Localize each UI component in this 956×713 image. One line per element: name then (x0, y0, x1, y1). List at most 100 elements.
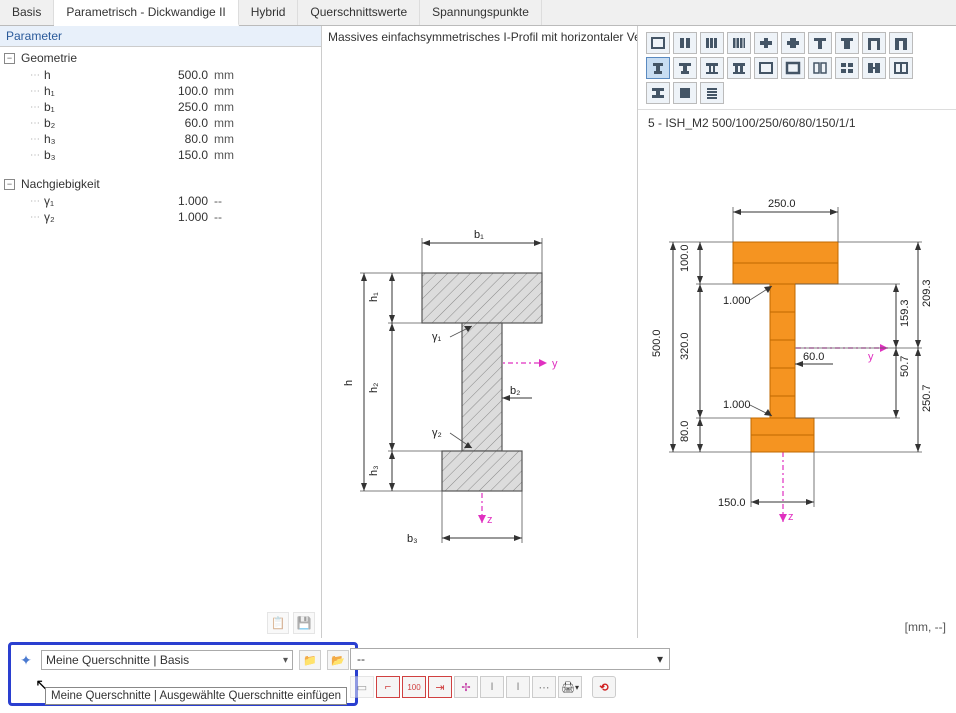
shape-btn[interactable] (727, 32, 751, 54)
svg-text:z: z (487, 514, 493, 526)
favorites-combo-label: Meine Querschnitte | Basis (46, 653, 189, 667)
param-row: ⋯b₁250.0mm (0, 99, 321, 115)
group-flex-header[interactable]: − Nachgiebigkeit (0, 175, 321, 193)
shape-btn[interactable] (754, 57, 778, 79)
param-row: ⋯γ₂1.000-- (0, 209, 321, 225)
units-label: [mm, --] (905, 620, 946, 634)
group-flex-label: Nachgiebigkeit (21, 177, 100, 191)
svg-text:z: z (788, 511, 794, 523)
svg-text:y: y (868, 351, 874, 363)
shape-btn[interactable] (835, 57, 859, 79)
svg-text:b₁: b₁ (474, 229, 484, 241)
svg-text:b₂: b₂ (510, 385, 520, 397)
svg-text:100.0: 100.0 (679, 244, 691, 272)
svg-text:1.000: 1.000 (723, 295, 751, 307)
toolbar-btn-i1[interactable]: I (480, 676, 504, 698)
unit-select-label: -- (357, 652, 365, 666)
favorites-combo[interactable]: Meine Querschnitte | Basis ▾ (41, 650, 293, 670)
tab-bar: Basis Parametrisch - Dickwandige II Hybr… (0, 0, 956, 26)
unit-select[interactable]: -- ▾ (350, 648, 670, 670)
svg-text:h₃: h₃ (368, 465, 380, 476)
shape-btn[interactable] (889, 32, 913, 54)
toolbar-btn-print[interactable]: 🖨▾ (558, 676, 582, 698)
tab-stress-points[interactable]: Spannungspunkte (420, 0, 542, 25)
shape-btn[interactable] (808, 32, 832, 54)
add-folder-button[interactable]: 📂 (327, 650, 349, 670)
param-row: ⋯h₁100.0mm (0, 83, 321, 99)
shape-btn[interactable] (673, 57, 697, 79)
favorites-box: ✦ Meine Querschnitte | Basis ▾ 📁 📂 ↖ Mei… (8, 642, 358, 706)
group-geometry-label: Geometrie (21, 51, 77, 65)
shape-btn[interactable] (835, 32, 859, 54)
schematic-diagram: y z b₁ h h₁ (322, 48, 638, 608)
favorites-tooltip: Meine Querschnitte | Ausgewählte Quersch… (45, 687, 347, 705)
preview-diagram: y z 250.0 5 (638, 132, 954, 562)
parameter-tree: − Geometrie ⋯h500.0mm ⋯h₁100.0mm ⋯b₁250.… (0, 47, 321, 638)
toolbar-btn-reset[interactable]: ⟲ (592, 676, 616, 698)
svg-text:h₁: h₁ (368, 292, 380, 302)
svg-text:y: y (552, 358, 558, 370)
param-row: ⋯h₃80.0mm (0, 131, 321, 147)
shape-btn[interactable] (727, 57, 751, 79)
svg-text:50.7: 50.7 (899, 356, 911, 377)
svg-text:h₂: h₂ (368, 383, 380, 393)
copy-icon: 📋 (267, 612, 289, 634)
shape-btn[interactable] (673, 32, 697, 54)
svg-text:b₃: b₃ (407, 533, 418, 545)
tab-basis[interactable]: Basis (0, 0, 54, 25)
param-row: ⋯b₂60.0mm (0, 115, 321, 131)
toolbar-btn-l[interactable]: ⌐ (376, 676, 400, 698)
new-folder-button[interactable]: 📁 (299, 650, 321, 670)
tab-parametric[interactable]: Parametrisch - Dickwandige II (54, 0, 238, 26)
shape-btn[interactable] (646, 32, 670, 54)
shape-btn-selected[interactable] (646, 57, 670, 79)
chevron-down-icon: ▾ (283, 655, 288, 666)
shape-btn[interactable] (646, 82, 670, 104)
save-icon: 💾 (293, 612, 315, 634)
svg-text:80.0: 80.0 (679, 421, 691, 442)
shape-picker (638, 26, 956, 110)
parameter-panel-title: Parameter (0, 26, 321, 47)
toolbar-btn-more[interactable]: ⋯ (532, 676, 556, 698)
shape-btn[interactable] (862, 57, 886, 79)
svg-text:250.0: 250.0 (768, 198, 796, 210)
toolbar-btn-arrow[interactable]: ⇥ (428, 676, 452, 698)
shape-btn[interactable] (862, 32, 886, 54)
shape-btn[interactable] (754, 32, 778, 54)
svg-text:209.3: 209.3 (921, 279, 933, 307)
svg-text:60.0: 60.0 (803, 351, 824, 363)
preview-title: 5 - ISH_M2 500/100/250/60/80/150/1/1 (638, 110, 956, 132)
svg-text:320.0: 320.0 (679, 332, 691, 360)
svg-text:γ₂: γ₂ (432, 427, 442, 439)
shape-btn[interactable] (781, 32, 805, 54)
group-geometry-header[interactable]: − Geometrie (0, 49, 321, 67)
collapse-icon[interactable]: − (4, 53, 15, 64)
shape-btn[interactable] (700, 32, 724, 54)
svg-text:h: h (343, 380, 355, 386)
param-row: ⋯h500.0mm (0, 67, 321, 83)
shape-btn[interactable] (781, 57, 805, 79)
toolbar-btn-dim[interactable]: 100 (402, 676, 426, 698)
shape-btn[interactable] (889, 57, 913, 79)
svg-text:150.0: 150.0 (718, 497, 746, 509)
favorite-star-icon[interactable]: ✦ (17, 651, 35, 669)
toolbar-btn-section: ▭ (350, 676, 374, 698)
svg-text:1.000: 1.000 (723, 399, 751, 411)
toolbar-btn-i2[interactable]: I (506, 676, 530, 698)
bottom-right-toolbar-area: -- ▾ ▭ ⌐ 100 ⇥ ✢ I I ⋯ 🖨▾ ⟲ (358, 642, 948, 706)
param-row: ⋯γ₁1.000-- (0, 193, 321, 209)
svg-text:γ₁: γ₁ (432, 331, 442, 343)
parameter-panel: Parameter − Geometrie ⋯h500.0mm ⋯h₁100.0… (0, 26, 322, 638)
shape-btn[interactable] (700, 82, 724, 104)
tab-hybrid[interactable]: Hybrid (239, 0, 299, 25)
toolbar-btn-axes[interactable]: ✢ (454, 676, 478, 698)
svg-text:159.3: 159.3 (899, 299, 911, 327)
preview-panel: 5 - ISH_M2 500/100/250/60/80/150/1/1 y z (638, 26, 956, 638)
tab-section-values[interactable]: Querschnittswerte (298, 0, 420, 25)
svg-text:500.0: 500.0 (651, 329, 663, 357)
shape-btn[interactable] (808, 57, 832, 79)
collapse-icon[interactable]: − (4, 179, 15, 190)
shape-btn[interactable] (673, 82, 697, 104)
shape-btn[interactable] (700, 57, 724, 79)
chevron-down-icon: ▾ (657, 652, 663, 666)
